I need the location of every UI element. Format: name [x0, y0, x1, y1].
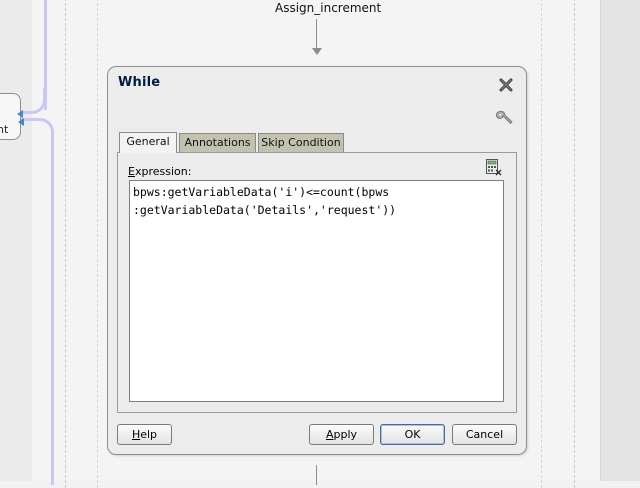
- ok-button[interactable]: OK: [380, 424, 445, 445]
- partial-activity-label: nt: [0, 123, 9, 136]
- port-arrow-icon: [17, 110, 23, 118]
- tab-general[interactable]: General: [119, 132, 177, 153]
- assign-activity-label[interactable]: Assign_increment: [275, 1, 381, 15]
- expression-builder-icon[interactable]: [485, 159, 502, 176]
- expression-editor[interactable]: bpws:getVariableData('i')<=count(bpws :ge…: [129, 180, 504, 402]
- dialog-title: While: [118, 75, 161, 90]
- expression-label: Expression:: [128, 165, 192, 178]
- close-icon[interactable]: [498, 77, 514, 93]
- help-button[interactable]: Help: [117, 424, 172, 445]
- while-dialog: While General Annotations Skip Condition…: [107, 66, 527, 455]
- expression-line: :getVariableData('Details','request')): [133, 203, 397, 217]
- flow-connector: [316, 19, 317, 49]
- wrench-icon[interactable]: [496, 109, 514, 127]
- general-tab-panel: Expression: bpws:getVariableData('i')<=c…: [117, 152, 517, 413]
- partner-link-line: [51, 140, 54, 485]
- flow-connector: [316, 465, 317, 485]
- cancel-button[interactable]: Cancel: [452, 424, 517, 445]
- left-palette-strip: [0, 0, 32, 481]
- apply-button[interactable]: Apply: [309, 424, 374, 445]
- tab-annotations[interactable]: Annotations: [179, 133, 256, 152]
- right-swimlane: [600, 0, 640, 481]
- tab-skip-condition[interactable]: Skip Condition: [258, 133, 344, 152]
- expression-line: bpws:getVariableData('i')<=count(bpws: [133, 185, 390, 199]
- port-arrow-icon: [18, 118, 24, 126]
- partner-link-curve: [20, 118, 54, 144]
- flow-arrow-icon: [312, 48, 322, 55]
